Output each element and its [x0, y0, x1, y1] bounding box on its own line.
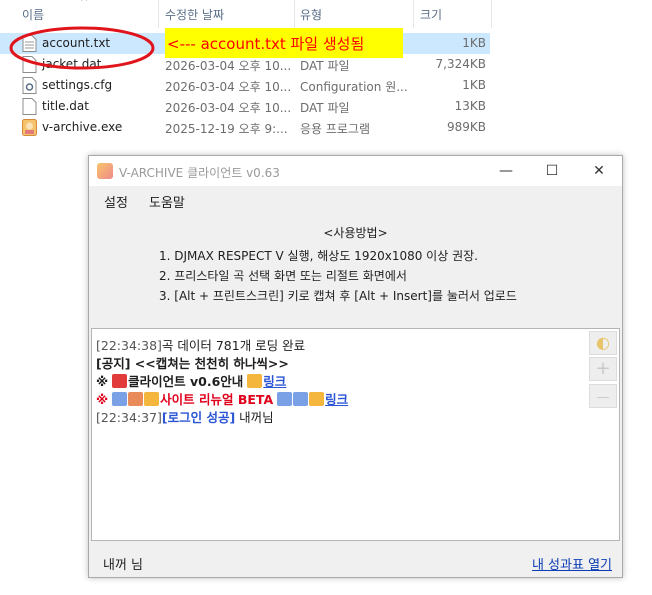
blank-file-icon — [22, 98, 37, 115]
column-divider[interactable] — [158, 0, 159, 28]
column-name[interactable]: 이름 — [22, 6, 44, 23]
file-size: 7,324KB — [435, 57, 486, 71]
menu-help[interactable]: 도움말 — [149, 192, 185, 211]
column-date[interactable]: 수정한 날짜 — [165, 6, 224, 23]
file-type: DAT 파일 — [300, 101, 350, 115]
person-raising-hand-icon — [112, 392, 128, 406]
file-date: 2026-03-04 오후 10... — [165, 80, 292, 94]
instruction-line: 1. DJMAX RESPECT V 실행, 해상도 1920x1080 이상 … — [159, 249, 478, 263]
log-timestamp: [22:34:37] — [96, 410, 162, 425]
file-size: 1KB — [462, 78, 486, 92]
maximize-button[interactable]: ☐ — [529, 156, 575, 186]
close-button[interactable]: ✕ — [576, 156, 622, 186]
open-scoreboard-link[interactable]: 내 성과표 열기 — [532, 554, 612, 573]
file-row[interactable]: settings.cfg 2026-03-04 오후 10... Configu… — [0, 75, 490, 96]
minus-icon: — — [596, 390, 610, 405]
app-logo-icon — [97, 163, 113, 179]
menu-bar: 설정 도움말 — [89, 186, 622, 214]
megaphone-icon — [112, 374, 128, 388]
log-prefix: ※ — [96, 392, 109, 407]
log-panel[interactable]: [22:34:38]곡 데이터 781개 로딩 완료 [공지] <<캡쳐는 천천… — [91, 328, 620, 541]
column-type[interactable]: 유형 — [300, 6, 322, 23]
person-raising-hand-icon — [277, 392, 293, 406]
log-timestamp: [22:34:38] — [96, 338, 162, 353]
person-raising-hand-icon — [128, 392, 144, 406]
file-name: v-archive.exe — [42, 120, 123, 134]
file-name: title.dat — [42, 99, 89, 113]
log-line: ※ 클라이언트 v0.6안내 링크 — [96, 371, 286, 390]
file-row[interactable]: v-archive.exe 2025-12-19 오후 9:... 응용 프로그… — [0, 117, 490, 138]
file-date: 2026-03-04 오후 10... — [165, 101, 292, 115]
log-line: ※ 사이트 리뉴얼 BETA 링크 — [96, 389, 348, 408]
annotation-label: <--- account.txt 파일 생성됨 — [165, 28, 403, 58]
zoom-in-button[interactable]: + — [589, 357, 617, 381]
log-text: 내꺼님 — [235, 410, 274, 425]
log-text: 사이트 리뉴얼 BETA — [160, 392, 274, 407]
column-size[interactable]: 크기 — [420, 6, 442, 23]
file-date: 2026-03-04 오후 10... — [165, 59, 292, 73]
log-line: [22:34:37][로그인 성공] 내꺼님 — [96, 407, 274, 426]
file-type: 응용 프로그램 — [300, 122, 371, 136]
log-text: 곡 데이터 781개 로딩 완료 — [161, 338, 306, 353]
log-line: [공지] <<캡쳐는 천천히 하나씩>> — [96, 353, 289, 372]
highlight-ellipse — [9, 26, 155, 70]
status-bar: 내꺼 님 내 성과표 열기 — [89, 544, 622, 578]
config-file-icon — [22, 77, 37, 94]
theme-toggle-button[interactable]: ◐ — [589, 331, 617, 355]
login-status: [로그인 성공] — [161, 410, 236, 425]
client-window: V-ARCHIVE 클라이언트 v0.63 — ☐ ✕ 설정 도움말 <사용방법… — [88, 155, 623, 578]
column-header: ^ 이름 수정한 날짜 유형 크기 — [0, 0, 652, 28]
column-divider[interactable] — [413, 0, 414, 28]
instruction-line: 3. [Alt + 프린트스크린] 키로 캡쳐 후 [Alt + Insert]… — [159, 289, 517, 303]
notice-link[interactable]: 링크 — [263, 374, 286, 389]
plus-icon: + — [595, 358, 611, 379]
title-bar[interactable]: V-ARCHIVE 클라이언트 v0.63 — ☐ ✕ — [89, 156, 622, 186]
log-prefix: ※ — [96, 374, 109, 389]
column-divider[interactable] — [294, 0, 295, 28]
file-size: 989KB — [446, 120, 486, 134]
file-type: Configuration 원... — [300, 80, 408, 94]
person-raising-hand-icon — [293, 392, 309, 406]
window-title: V-ARCHIVE 클라이언트 v0.63 — [119, 166, 280, 180]
file-type: DAT 파일 — [300, 59, 350, 73]
zoom-out-button[interactable]: — — [589, 384, 617, 408]
column-divider[interactable] — [491, 0, 492, 28]
app-icon — [22, 119, 37, 136]
file-size: 13KB — [454, 99, 486, 113]
pointing-hand-icon — [144, 392, 160, 406]
minimize-button[interactable]: — — [483, 156, 529, 186]
notice-link[interactable]: 링크 — [325, 392, 348, 407]
sort-up-icon: ^ — [80, 0, 89, 8]
file-row[interactable]: title.dat 2026-03-04 오후 10... DAT 파일 13K… — [0, 96, 490, 117]
notice-text: [공지] <<캡쳐는 천천히 하나씩>> — [96, 356, 289, 371]
log-text: 클라이언트 v0.6안내 — [128, 374, 244, 389]
file-size: 1KB — [462, 36, 486, 50]
pointing-hand-icon — [309, 392, 325, 406]
file-date: 2025-12-19 오후 9:... — [165, 122, 288, 136]
instruction-line: 2. 프리스타일 곡 선택 화면 또는 리절트 화면에서 — [159, 269, 407, 283]
instructions-title: <사용방법> — [323, 226, 388, 240]
menu-settings[interactable]: 설정 — [104, 192, 128, 211]
half-circle-icon: ◐ — [596, 333, 610, 352]
file-explorer: ^ 이름 수정한 날짜 유형 크기 account.txt 1KB jacket… — [0, 0, 652, 150]
file-name: settings.cfg — [42, 78, 113, 92]
user-label: 내꺼 님 — [103, 558, 144, 573]
log-line: [22:34:38]곡 데이터 781개 로딩 완료 — [96, 335, 305, 354]
pointing-hand-icon — [247, 374, 263, 388]
